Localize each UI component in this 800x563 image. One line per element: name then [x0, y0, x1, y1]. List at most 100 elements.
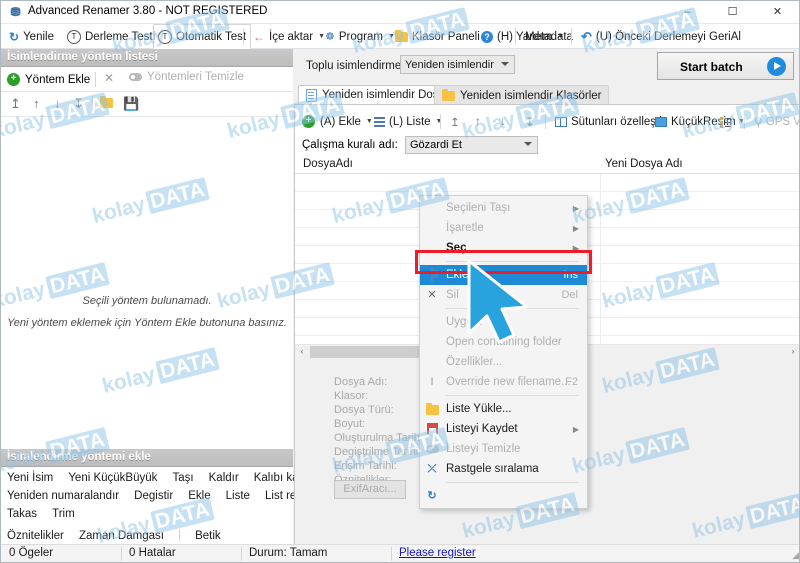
column-header-new-filename[interactable]: Yeni Dosya Adı — [605, 158, 683, 170]
move-to-bottom-button[interactable]: ↧ — [70, 95, 87, 113]
move-up-button[interactable]: ↑ — [28, 95, 45, 113]
scroll-left-arrow[interactable]: ‹ — [295, 345, 309, 359]
empty-state-line2: Yeni yöntem eklemek için Yöntem Ekle but… — [7, 317, 287, 329]
toolbar-item-onceki-derlemeyi-gerial[interactable]: ↶ (U) Önceki Derlemeyi GeriAl — [577, 24, 745, 49]
context-item-yenile[interactable]: ↻ — [420, 486, 587, 506]
method-degistir[interactable]: Degistir — [134, 490, 173, 502]
toolbar-label: Metadata — [525, 30, 573, 43]
submenu-arrow-icon: ▶ — [572, 203, 579, 213]
list-move-up-button[interactable]: ↑ — [472, 111, 484, 132]
add-method-panel-title: İsimlendirme yöntemi ekle — [7, 451, 151, 463]
list-move-bottom-button[interactable]: ↧ — [522, 111, 538, 132]
add-files-button[interactable]: + (A) Ekle ▼ — [299, 111, 376, 132]
method-takas[interactable]: Takas — [7, 508, 37, 520]
method-ekle[interactable]: Ekle — [188, 490, 210, 502]
list-icon — [374, 116, 385, 127]
context-item-accel: Ins — [563, 269, 578, 281]
add-method-button[interactable]: + Yöntem Ekle — [7, 70, 90, 89]
context-item-label: İşaretle — [446, 222, 484, 234]
context-item-label: Rastgele sıralama — [446, 463, 539, 475]
context-item-sec[interactable]: Seç ▶ — [420, 238, 587, 258]
list-move-down-button[interactable]: ↓ — [497, 111, 509, 132]
shuffle-icon: ⤫ — [427, 463, 437, 475]
view-options-icon — [720, 116, 731, 127]
add-method-label: Yöntem Ekle — [25, 73, 91, 86]
help-icon: ? — [481, 30, 493, 43]
toolbar-label: Program — [338, 30, 383, 43]
submenu-arrow-icon: ▶ — [572, 243, 579, 253]
toolbar-label: Yenile — [23, 30, 54, 43]
context-item-listeyi-kaydet[interactable]: Listeyi Kaydet ▶ — [420, 419, 587, 439]
test-circle-icon: T — [158, 29, 172, 44]
rule-select[interactable]: Gözardi Et — [405, 136, 538, 154]
open-method-list-button[interactable] — [98, 95, 115, 113]
maximize-button[interactable]: ☐ — [710, 1, 755, 23]
close-button[interactable]: ✕ — [755, 1, 799, 23]
context-item-isaretle: İşaretle ▶ — [420, 218, 587, 238]
batch-mode-select[interactable]: Yeniden isimlendir — [400, 55, 515, 74]
method-yeniden-numaralandir[interactable]: Yeniden numaralandır — [7, 490, 119, 502]
method-kaldir[interactable]: Kaldır — [209, 472, 239, 484]
context-separator — [446, 395, 579, 396]
toolbar-item-derleme-testi[interactable]: T Derleme Testi — [63, 24, 159, 49]
move-to-top-button[interactable]: ↥ — [7, 95, 24, 113]
toolbar-separator — [92, 96, 93, 111]
context-item-open-containing-folder: Open containing folder — [420, 332, 587, 352]
move-down-button[interactable]: ↓ — [49, 95, 66, 113]
method-trim[interactable]: Trim — [52, 508, 75, 520]
toolbar-item-otomatik-test[interactable]: T Otomatik Test — [153, 24, 252, 49]
method-row-3: Takas Trim — [7, 508, 87, 524]
context-item-label: Ekle... — [446, 269, 478, 281]
method-tasi[interactable]: Taşı — [172, 472, 193, 484]
rule-label: Çalışma kuralı adı: — [302, 139, 398, 151]
gps-values-label: GPS Values — [765, 115, 800, 128]
play-icon — [767, 57, 786, 76]
exif-tool-button[interactable]: ExifAracı... — [334, 480, 406, 499]
method-yeni-isim[interactable]: Yeni İsim — [7, 472, 53, 484]
tab-rename-folders[interactable]: Yeniden isimlendir Klasörler — [434, 85, 610, 105]
window-title: Advanced Renamer 3.80 - NOT REGISTERED — [28, 5, 268, 17]
start-batch-button[interactable]: Start batch — [657, 52, 794, 80]
context-item-listeyi-temizle: Listeyi Temizle — [420, 439, 587, 459]
resize-grip[interactable]: ◢ — [787, 549, 799, 561]
clear-methods-label: Yöntemleri Temizle — [147, 71, 244, 83]
undo-icon: ↶ — [581, 28, 592, 44]
context-item-ekle[interactable]: Ekle... Ins — [420, 265, 587, 285]
method-oznitelikler[interactable]: Öznitelikler — [7, 530, 64, 542]
context-item-liste-yukle[interactable]: Liste Yükle... — [420, 399, 587, 419]
close-method-button[interactable]: ✕ — [104, 71, 114, 85]
submenu-arrow-icon: ▶ — [572, 424, 579, 434]
minimize-button[interactable]: – — [665, 1, 710, 23]
batch-mode-bar: Toplu isimlendirme mod Yeniden isimlendi… — [294, 49, 799, 85]
toolbar-item-klasor-paneli[interactable]: Klasör Paneli — [391, 24, 484, 49]
scroll-right-arrow[interactable]: › — [786, 345, 799, 359]
toolbar-item-program[interactable]: ☸ Program ▼ — [321, 24, 399, 49]
method-order-toolbar: ↥ ↑ ↓ ↧ 💾 — [1, 92, 293, 116]
meta-label-accessed: Erişim Tarihi: — [334, 460, 397, 472]
toolbar-item-metadata[interactable]: Metadata — [521, 24, 577, 49]
clear-methods-button[interactable]: Yöntemleri Temizle — [129, 71, 244, 83]
toolbar-item-ice-aktar[interactable]: ← İçe aktar ▼ — [249, 24, 329, 49]
method-betik[interactable]: Betik — [195, 530, 221, 542]
app-icon: ⛃ — [10, 5, 21, 19]
method-list-title: İsimlendirme yöntem listesi — [7, 51, 158, 63]
column-header-filename[interactable]: DosyaAdı — [303, 158, 353, 170]
context-item-label: Özellikler... — [446, 356, 503, 368]
method-zaman-damgasi[interactable]: Zaman Damgası — [79, 530, 164, 542]
method-yeni-kucukbuyuk[interactable]: Yeni KüçükBüyük — [68, 472, 157, 484]
method-liste[interactable]: Liste — [226, 490, 250, 502]
status-errors-count: 0 Hatalar — [129, 547, 176, 559]
tab-label: Yeniden isimlendir Klasörler — [460, 89, 602, 102]
context-item-rastgele-siralama[interactable]: ⤫ Rastgele sıralama — [420, 459, 587, 479]
context-item-label: Seç — [446, 242, 467, 254]
list-move-top-button[interactable]: ↥ — [447, 111, 463, 132]
status-state: Durum: Tamam — [249, 547, 328, 559]
import-arrow-icon: ← — [253, 29, 265, 44]
toolbar-item-yenile[interactable]: ↻ Yenile — [5, 24, 58, 49]
list-button[interactable]: (L) Liste ▼ — [371, 111, 445, 132]
toolbar-separator — [744, 114, 745, 129]
context-separator — [446, 482, 579, 483]
save-method-list-button[interactable]: 💾 — [123, 95, 140, 113]
register-link[interactable]: Please register — [399, 547, 476, 559]
column-splitter[interactable] — [600, 174, 601, 346]
